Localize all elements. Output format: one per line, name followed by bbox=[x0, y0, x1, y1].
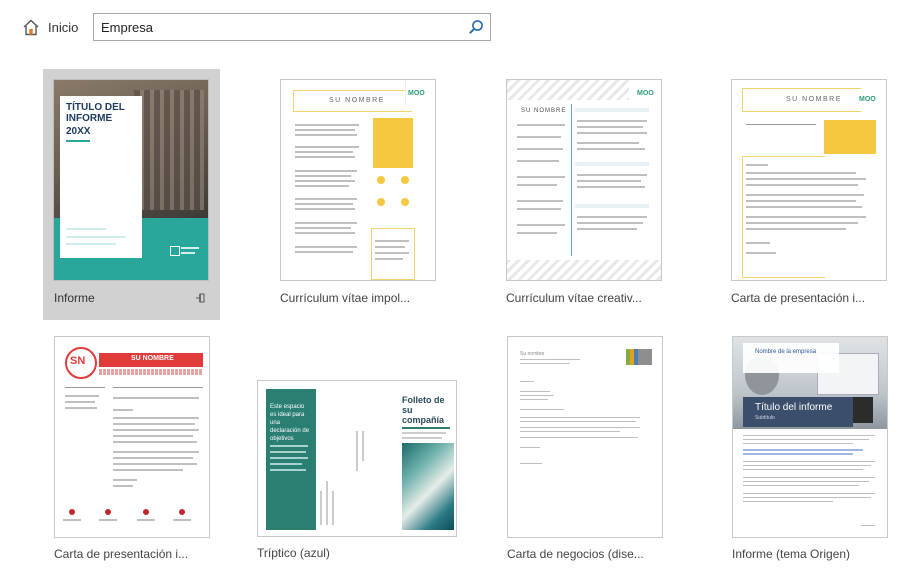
thumb-text: Su nombre bbox=[520, 351, 545, 357]
thumb-name: SU NOMBRE bbox=[786, 96, 842, 103]
template-tile-informe[interactable]: TÍTULO DEL INFORME 20XX Informe bbox=[53, 79, 229, 311]
thumb-logo: MOO bbox=[637, 90, 654, 97]
pin-icon[interactable] bbox=[195, 291, 207, 309]
template-tile-cv-impol[interactable]: SU NOMBRE MOO Currículum vítae impol... bbox=[280, 79, 456, 311]
template-thumbnail: Nombre de la empresa Título del informe … bbox=[732, 336, 888, 538]
template-label: Informe bbox=[54, 291, 95, 305]
thumb-subtitle: Subtítulo bbox=[755, 415, 775, 421]
template-label: Tríptico (azul) bbox=[257, 546, 330, 560]
thumb-year: 20XX bbox=[66, 126, 91, 137]
thumb-company: Nombre de la empresa bbox=[755, 349, 817, 355]
thumb-title: Folleto de su compañía bbox=[402, 395, 445, 425]
template-tile-triptico[interactable]: Este espacio es ideal para una declaraci… bbox=[257, 380, 457, 568]
template-label: Carta de presentación i... bbox=[54, 547, 189, 561]
search-input[interactable] bbox=[101, 18, 461, 36]
template-thumbnail: TÍTULO DEL INFORME 20XX bbox=[53, 79, 209, 281]
template-thumbnail: SU NOMBRE MOO bbox=[731, 79, 887, 281]
search-icon[interactable] bbox=[468, 19, 484, 40]
thumb-logo: MOO bbox=[859, 96, 876, 103]
template-thumbnail: SU NOMBRE MOO bbox=[280, 79, 436, 281]
template-label: Carta de presentación i... bbox=[731, 291, 866, 305]
template-tile-carta-presentacion-1[interactable]: SU NOMBRE MOO Carta de presentación i... bbox=[731, 79, 907, 311]
template-label: Currículum vítae impol... bbox=[280, 291, 411, 305]
template-tile-cv-creativ[interactable]: SU NOMBRE MOO Currículum vítae creativ..… bbox=[506, 79, 682, 311]
thumb-panel-text: Este espacio es ideal para una declaraci… bbox=[270, 404, 310, 442]
template-tile-carta-negocios[interactable]: Su nombre Carta de negocios (dise... bbox=[507, 336, 683, 568]
template-thumbnail: SU NOMBRE MOO bbox=[506, 79, 662, 281]
template-thumbnail: Su nombre bbox=[507, 336, 663, 538]
thumb-title: Título del informe bbox=[755, 402, 833, 413]
thumb-title: TÍTULO DEL INFORME bbox=[66, 102, 125, 124]
template-label: Informe (tema Origen) bbox=[732, 547, 851, 561]
template-thumbnail: SN SU NOMBRE bbox=[54, 336, 210, 538]
search-box[interactable] bbox=[93, 13, 491, 41]
home-button[interactable]: Inicio bbox=[22, 19, 78, 36]
thumb-name: SU NOMBRE bbox=[521, 108, 567, 114]
home-label: Inicio bbox=[48, 20, 79, 35]
thumb-name: SU NOMBRE bbox=[329, 97, 385, 104]
home-icon bbox=[22, 19, 40, 36]
thumb-name: SU NOMBRE bbox=[131, 355, 174, 362]
top-bar: Inicio bbox=[0, 0, 912, 60]
template-tile-informe-origen[interactable]: Nombre de la empresa Título del informe … bbox=[732, 336, 908, 568]
template-thumbnail: Este espacio es ideal para una declaraci… bbox=[257, 380, 457, 537]
thumb-initials: SN bbox=[70, 355, 86, 367]
template-tile-carta-presentacion-2[interactable]: SN SU NOMBRE Carta de presentación i... bbox=[54, 336, 230, 568]
template-label: Carta de negocios (dise... bbox=[507, 547, 644, 561]
template-label: Currículum vítae creativ... bbox=[506, 291, 642, 305]
thumb-logo: MOO bbox=[408, 90, 425, 97]
